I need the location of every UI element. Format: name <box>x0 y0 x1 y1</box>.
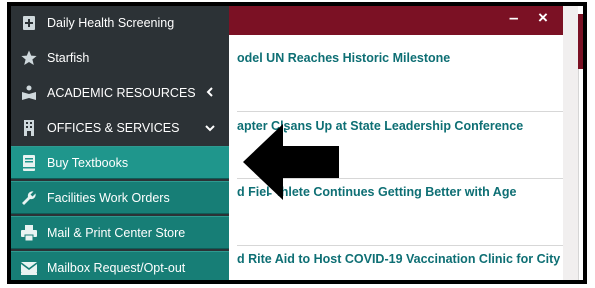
sidebar-item-mailbox-request[interactable]: Mailbox Request/Opt-out <box>11 251 229 280</box>
sidebar-item-label: OFFICES & SERVICES <box>47 120 180 135</box>
mailbox-icon <box>21 260 37 276</box>
sidebar-item-facilities-work-orders[interactable]: Facilities Work Orders <box>11 181 229 214</box>
printer-icon <box>21 224 37 241</box>
chevron-down-icon <box>203 121 217 135</box>
scroll-divider <box>578 69 579 280</box>
news-link[interactable]: d Rite Aid to Host COVID-19 Vaccination … <box>237 252 560 266</box>
sidebar-item-label: Buy Textbooks <box>47 155 129 170</box>
sidebar-item-label: Mail & Print Center Store <box>47 225 186 240</box>
wrench-icon <box>21 190 37 206</box>
sidebar-item-offices-services[interactable]: OFFICES & SERVICES <box>11 111 229 144</box>
star-icon <box>21 50 37 66</box>
news-divider <box>237 245 563 246</box>
sidebar-item-mail-print-center-store[interactable]: Mail & Print Center Store <box>11 216 229 249</box>
sidebar-item-academic-resources[interactable]: ACADEMIC RESOURCES <box>11 76 229 109</box>
sidebar-item-daily-health-screening[interactable]: Daily Health Screening <box>11 6 229 39</box>
sidebar-item-label: Facilities Work Orders <box>47 190 170 205</box>
sidebar-menu: Daily Health Screening Starfish ACADEMIC… <box>11 6 229 280</box>
news-link[interactable]: odel UN Reaches Historic Milestone <box>237 51 450 65</box>
clipboard-plus-icon <box>21 15 37 31</box>
news-divider <box>237 111 563 112</box>
chevron-left-icon <box>203 86 217 100</box>
sidebar-item-buy-textbooks[interactable]: Buy Textbooks <box>11 146 229 179</box>
sidebar-item-starfish[interactable]: Starfish <box>11 41 229 74</box>
sidebar-item-label: Daily Health Screening <box>47 15 175 30</box>
minimize-button[interactable]: – <box>509 8 518 28</box>
book-icon <box>21 154 37 171</box>
scroll-track <box>563 6 578 280</box>
scrollbar-thumb[interactable] <box>578 14 583 69</box>
pointing-left-arrow <box>243 124 339 200</box>
close-button[interactable]: × <box>538 8 548 28</box>
sidebar-item-label: Mailbox Request/Opt-out <box>47 260 186 275</box>
sidebar-item-label: ACADEMIC RESOURCES <box>47 85 196 100</box>
reader-icon <box>21 85 37 101</box>
building-icon <box>21 119 37 136</box>
screenshot-frame: – × odel UN Reaches Historic Milestone a… <box>7 2 587 284</box>
sidebar-item-label: Starfish <box>47 50 90 65</box>
